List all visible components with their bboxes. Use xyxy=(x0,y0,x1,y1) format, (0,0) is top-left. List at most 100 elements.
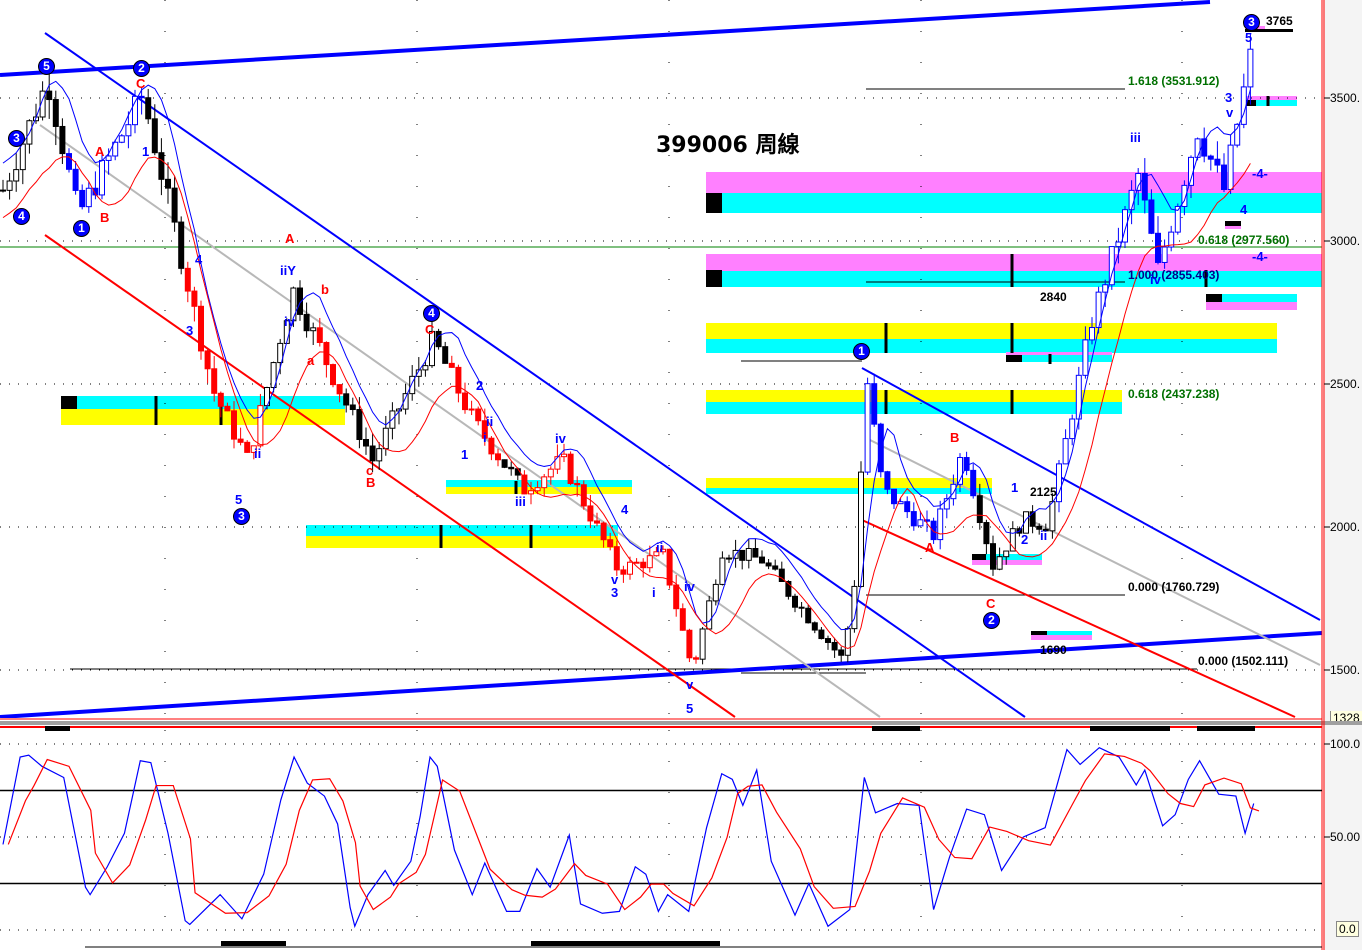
target-zone xyxy=(1031,631,1047,635)
fib-label: 0.000 (1502.111) xyxy=(1198,654,1289,668)
candle-body xyxy=(547,468,554,478)
wave-label-circled: 2 xyxy=(983,612,1000,629)
wave-label-text: i xyxy=(652,585,656,600)
wave-label: 5 xyxy=(235,493,242,506)
candle-body xyxy=(970,469,977,497)
wave-label-text: B xyxy=(366,475,376,490)
candle-body xyxy=(211,368,218,394)
price-min-label: 1328 xyxy=(1330,711,1362,721)
candle-body xyxy=(475,408,482,422)
candle-body xyxy=(257,405,264,447)
candle-body xyxy=(1227,144,1234,190)
wave-label-text: ii xyxy=(486,414,494,429)
candle-body xyxy=(726,557,732,560)
wave-label-text: 2 xyxy=(133,60,150,77)
candle-body xyxy=(125,124,132,137)
wave-label: iii xyxy=(1130,131,1141,144)
candle-body xyxy=(191,290,198,307)
candle-body xyxy=(442,346,449,364)
wave-label-text: 4 xyxy=(13,208,30,225)
wave-label: 4 xyxy=(1240,203,1247,216)
price-tick-label: 1500. xyxy=(1330,663,1361,677)
candle-body xyxy=(838,649,845,656)
wave-label: 4 xyxy=(621,503,628,516)
wave-label-text: -4- xyxy=(1252,166,1268,181)
candle-body xyxy=(1082,339,1089,376)
candle-body xyxy=(844,628,851,656)
candle-body xyxy=(1221,164,1227,190)
candle-body xyxy=(772,565,779,570)
candle-body xyxy=(686,629,693,659)
wave-label: 4 xyxy=(195,253,202,266)
candle-body xyxy=(462,392,468,411)
target-zone xyxy=(972,560,1042,565)
wave-label-text: 1 xyxy=(853,343,870,360)
wave-label-text: 4 xyxy=(423,305,440,322)
candle-body xyxy=(1049,501,1056,532)
candle-body xyxy=(382,427,389,450)
candle-body xyxy=(19,143,26,171)
candle-body xyxy=(224,405,231,412)
target-zone xyxy=(61,396,77,409)
wave-label-text: 3 xyxy=(8,130,25,147)
candle-body xyxy=(904,501,911,513)
period-bar xyxy=(531,941,720,946)
candle-body xyxy=(99,159,105,196)
candle-body xyxy=(950,483,957,500)
fib-label: 0.618 (2437.238) xyxy=(1128,387,1220,401)
candle-body xyxy=(52,99,59,127)
wave-label: 3 xyxy=(611,586,618,599)
wave-label-text: C xyxy=(986,596,996,611)
candle-body xyxy=(495,453,501,461)
wave-label-circled: 5 xyxy=(38,58,55,75)
candle-body xyxy=(633,561,640,564)
wave-label: B xyxy=(950,431,959,444)
wave-label-text: iii xyxy=(515,494,526,509)
wave-label-text: 5 xyxy=(235,492,243,507)
candle-body xyxy=(363,439,369,447)
wave-label: i xyxy=(483,431,487,444)
wave-label-circled: 3 xyxy=(1243,14,1260,31)
candle-body xyxy=(891,488,897,505)
candle-body xyxy=(818,629,825,640)
candle-body xyxy=(46,90,53,101)
candle-body xyxy=(996,556,1003,570)
candle-body xyxy=(699,628,706,660)
candle-body xyxy=(910,511,917,527)
candle-body xyxy=(1029,511,1036,527)
price-note: 2840 xyxy=(1040,290,1067,304)
target-zone xyxy=(1222,294,1297,302)
candle-body xyxy=(151,118,158,154)
candle-body xyxy=(231,410,237,440)
wave-label: 1 xyxy=(461,448,468,461)
target-zone xyxy=(706,488,992,494)
wave-label: 5 xyxy=(1245,31,1252,44)
candle-body xyxy=(798,606,805,609)
candle-body xyxy=(831,641,838,651)
candle-body xyxy=(976,495,983,524)
candle-body xyxy=(138,95,145,99)
wave-label: 2 xyxy=(1021,533,1028,546)
target-zone xyxy=(1031,635,1092,640)
candle-body xyxy=(1108,246,1115,286)
wave-label-text: 2 xyxy=(476,378,484,393)
candle-body xyxy=(706,600,713,630)
candle-body xyxy=(765,562,772,567)
osc-tick-label: 100.0 xyxy=(1330,737,1361,751)
wave-label: iv xyxy=(284,315,295,328)
wave-label-text: i xyxy=(483,430,487,445)
candle-body xyxy=(1128,189,1135,211)
candle-body xyxy=(1207,155,1214,160)
candle-body xyxy=(488,437,495,455)
candle-body xyxy=(521,474,528,495)
wave-label-text: iv xyxy=(1150,272,1161,287)
candle-body xyxy=(567,453,574,485)
fib-label: 1.618 (3531.912) xyxy=(1128,74,1220,88)
target-zone xyxy=(1047,631,1092,635)
osc-min-label: 0.0 xyxy=(1336,921,1359,937)
wave-label-text: A xyxy=(285,231,295,246)
fib-label: 0.618 (2977.560) xyxy=(1198,233,1290,247)
candle-body xyxy=(178,221,185,269)
candle-body xyxy=(871,383,878,425)
target-zone xyxy=(706,271,1322,287)
